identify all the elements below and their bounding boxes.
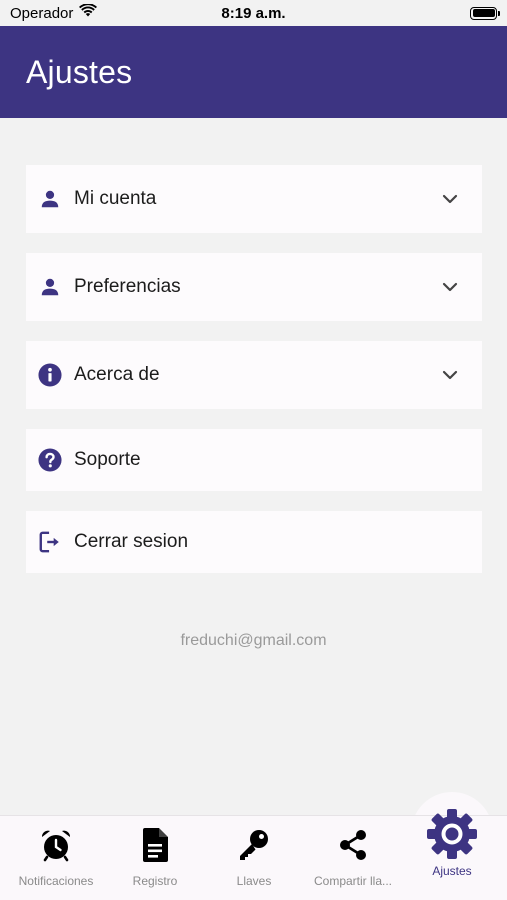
person-icon <box>38 275 62 299</box>
bottom-tab-bar: Notificaciones Registro Llaves Compartir… <box>0 809 507 900</box>
gear-icon <box>425 804 479 864</box>
chevron-down-icon[interactable] <box>440 277 460 297</box>
help-icon <box>38 448 62 472</box>
tab-compartir-llaves[interactable]: Compartir lla... <box>303 816 403 900</box>
tab-registro[interactable]: Registro <box>105 816 205 900</box>
tab-label: Registro <box>132 874 178 888</box>
person-icon <box>38 187 62 211</box>
status-time: 8:19 a.m. <box>221 4 286 22</box>
tab-label: Notificaciones <box>18 874 94 888</box>
key-icon <box>237 826 271 864</box>
wifi-icon <box>79 3 98 22</box>
menu-item-soporte[interactable]: Soporte <box>26 429 482 491</box>
tab-label: Ajustes <box>432 864 472 878</box>
menu-item-acerca-de[interactable]: Acerca de <box>26 341 482 409</box>
menu-item-label: Cerrar sesion <box>74 531 189 552</box>
menu-item-label: Preferencias <box>74 276 181 297</box>
battery-icon <box>470 6 500 20</box>
menu-item-mi-cuenta[interactable]: Mi cuenta <box>26 165 482 233</box>
tab-ajustes[interactable]: Ajustes <box>402 809 502 900</box>
status-left: Operador <box>10 3 98 22</box>
info-icon <box>38 363 62 387</box>
logout-icon <box>38 530 62 554</box>
share-icon <box>336 826 370 864</box>
menu-item-cerrar-sesion[interactable]: Cerrar sesion <box>26 511 482 573</box>
chevron-down-icon[interactable] <box>440 189 460 209</box>
tab-llaves[interactable]: Llaves <box>204 816 304 900</box>
page-title: Ajustes <box>26 53 133 90</box>
document-icon <box>141 826 169 864</box>
tab-notificaciones[interactable]: Notificaciones <box>6 816 106 900</box>
carrier-label: Operador <box>10 4 74 22</box>
user-email: freduchi@gmail.com <box>180 632 327 649</box>
menu-item-label: Mi cuenta <box>74 188 157 209</box>
tab-label: Compartir lla... <box>313 874 393 888</box>
status-bar: Operador 8:19 a.m. <box>0 0 507 26</box>
alarm-clock-icon <box>39 826 73 864</box>
menu-item-label: Soporte <box>74 449 141 470</box>
menu-item-label: Acerca de <box>74 364 160 385</box>
chevron-down-icon[interactable] <box>440 365 460 385</box>
menu-item-preferencias[interactable]: Preferencias <box>26 253 482 321</box>
app-header: Ajustes <box>0 26 507 118</box>
tab-label: Llaves <box>236 874 272 888</box>
